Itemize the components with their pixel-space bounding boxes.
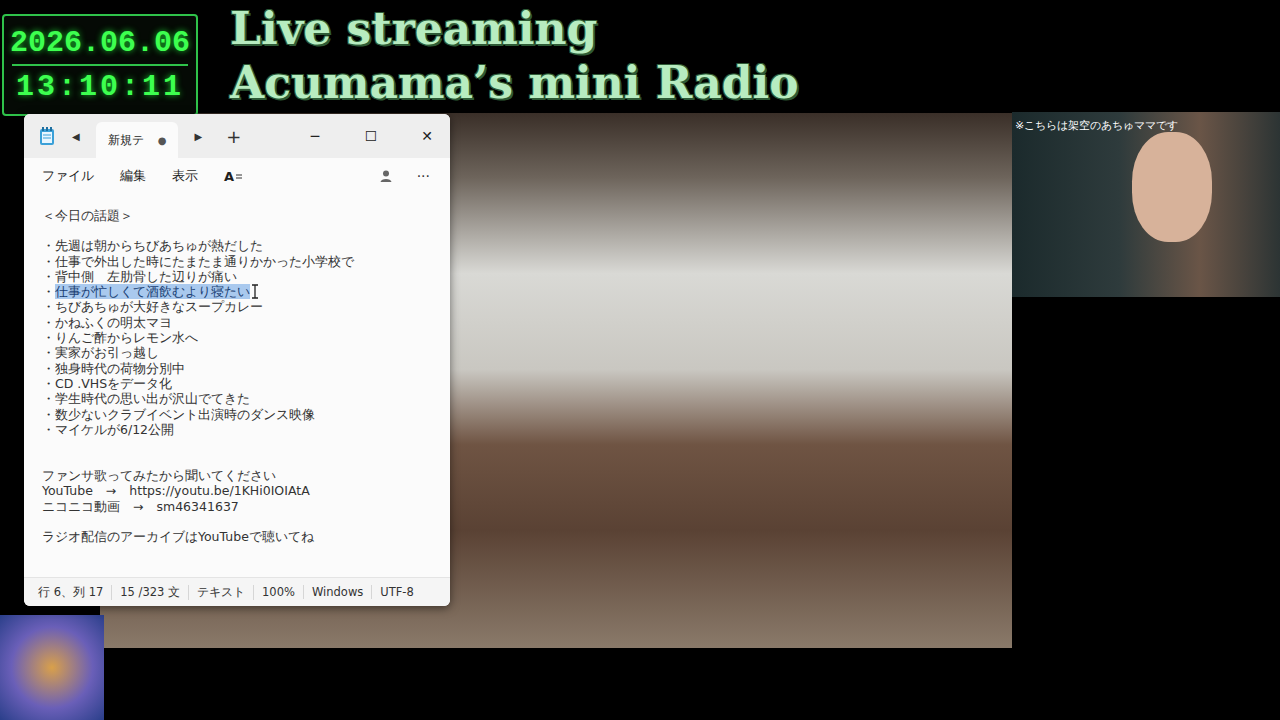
window-control-button[interactable]: ─ (292, 128, 338, 144)
bullet: ・ (42, 422, 55, 437)
topic-text: 仕事で外出した時にたまたま通りかかった小学校で (55, 254, 354, 269)
status-bar: 行 6、列 1715 /323 文テキスト100%WindowsUTF-8 (24, 577, 450, 606)
bullet: ・ (42, 238, 55, 253)
topic-text: 実家がお引っ越し (55, 345, 159, 360)
text-area[interactable]: ＜今日の話題＞・先週は朝からちびあちゅが熱だした・仕事で外出した時にたまたま通り… (24, 194, 450, 577)
digital-clock: 2026.06.06 13:10:11 (2, 14, 198, 116)
font-button[interactable]: A (214, 165, 253, 188)
text-line: ＜今日の話題＞ (42, 208, 432, 223)
bullet: ・ (42, 376, 55, 391)
topic-line: ・マイケルが6/12公開 (42, 422, 432, 437)
bullet: ・ (42, 299, 55, 314)
status-item: UTF-8 (372, 585, 422, 599)
notepad-icon (38, 126, 56, 146)
topic-line: ・ちびあちゅが大好きなスープカレー (42, 299, 432, 314)
status-item: Windows (304, 585, 372, 599)
text-line: ラジオ配信のアーカイブはYouTubeで聴いてね (42, 529, 432, 544)
topic-text: 学生時代の思い出が沢山でてきた (55, 391, 250, 406)
topic-line: ・先週は朝からちびあちゅが熱だした (42, 238, 432, 253)
stream-title: Live streamingAcumama’s mini Radio (230, 2, 799, 110)
topic-text: かねふくの明太マヨ (55, 315, 172, 330)
topic-text: マイケルが6/12公開 (55, 422, 174, 437)
title-line: Acumama’s mini Radio (230, 56, 799, 110)
title-bar[interactable]: ◀ 新規テ ● ▶ + ─ ☐ ✕ (24, 114, 450, 158)
topic-text: 背中側 左肋骨した辺りが痛い (55, 269, 237, 284)
document-tab[interactable]: 新規テ ● (96, 122, 179, 158)
topic-line: ・りんご酢からレモン水へ (42, 330, 432, 345)
topic-line: ・背中側 左肋骨した辺りが痛い (42, 269, 432, 284)
bullet: ・ (42, 345, 55, 360)
bullet: ・ (42, 254, 55, 269)
status-item: 15 /323 文 (112, 585, 189, 600)
text-line: YouTube → https://youtu.be/1KHi0IOIAtA (42, 483, 432, 498)
text-line: ファンサ歌ってみたから聞いてください (42, 468, 432, 483)
new-tab-button[interactable]: + (218, 126, 249, 147)
clock-time: 13:10:11 (16, 70, 184, 104)
status-item: 行 6、列 17 (30, 585, 112, 600)
topic-text: 独身時代の荷物分別中 (55, 361, 185, 376)
link-notes: ファンサ歌ってみたから聞いてくださいYouTube → https://yout… (42, 468, 432, 514)
portrait-figure (1132, 132, 1212, 242)
topic-text: 仕事が忙しくて酒飲むより寝たい (55, 284, 250, 299)
status-item: 100% (254, 585, 304, 599)
bullet: ・ (42, 407, 55, 422)
window-control-button[interactable]: ☐ (348, 128, 394, 144)
topic-line: ・実家がお引っ越し (42, 345, 432, 360)
topic-line: ・仕事が忙しくて酒飲むより寝たい (42, 284, 432, 299)
topic-text: ちびあちゅが大好きなスープカレー (55, 299, 263, 314)
title-line: Live streaming (230, 2, 799, 56)
topic-line: ・学生時代の思い出が沢山でてきた (42, 391, 432, 406)
tab-forward-button[interactable]: ▶ (188, 131, 208, 142)
topic-text: りんご酢からレモン水へ (55, 330, 198, 345)
menu-item[interactable]: 編集 (110, 163, 156, 189)
account-icon[interactable] (379, 169, 393, 183)
status-item: テキスト (189, 585, 254, 600)
portrait-caption: ※こちらは架空のあちゅママです (1015, 118, 1178, 133)
topic-line: ・かねふくの明太マヨ (42, 315, 432, 330)
topic-text: 先週は朝からちびあちゅが熱だした (55, 238, 263, 253)
host-portrait: ※こちらは架空のあちゅママです (1012, 112, 1280, 297)
more-button[interactable]: ··· (399, 168, 436, 184)
text-line: ニコニコ動画 → sm46341637 (42, 499, 432, 514)
menu-item[interactable]: 表示 (162, 163, 208, 189)
bullet: ・ (42, 391, 55, 406)
topic-text: CD .VHSをデータ化 (55, 376, 172, 391)
bullet: ・ (42, 269, 55, 284)
font-lines-icon (235, 171, 243, 181)
window-control-button[interactable]: ✕ (404, 128, 450, 144)
unsaved-mark: ● (158, 135, 167, 146)
bullet: ・ (42, 315, 55, 330)
menu-bar: ファイル編集表示 A ··· (24, 158, 450, 194)
topic-text: 数少ないクラブイベント出演時のダンス映像 (55, 407, 315, 422)
bullet: ・ (42, 361, 55, 376)
clock-divider (12, 64, 188, 66)
topic-line: ・CD .VHSをデータ化 (42, 376, 432, 391)
giraffe-avatar (0, 615, 104, 720)
topic-list: ・先週は朝からちびあちゅが熱だした・仕事で外出した時にたまたま通りかかった小学校… (42, 238, 432, 437)
topic-line: ・独身時代の荷物分別中 (42, 361, 432, 376)
bullet: ・ (42, 284, 55, 299)
notepad-window[interactable]: ◀新規テ●▶+─☐✕ファイル編集表示A···＜今日の話題＞・先週は朝からちびあち… (24, 114, 450, 606)
tab-label: 新規テ (108, 132, 144, 149)
topic-line: ・数少ないクラブイベント出演時のダンス映像 (42, 407, 432, 422)
bullet: ・ (42, 330, 55, 345)
tab-back-button[interactable]: ◀ (66, 131, 86, 142)
topic-line: ・仕事で外出した時にたまたま通りかかった小学校で (42, 254, 432, 269)
text-cursor-icon (251, 284, 259, 299)
clock-date: 2026.06.06 (10, 26, 190, 60)
stream-screen: 2026.06.06 13:10:11 Live streamingAcumama’… (0, 0, 1280, 720)
menu-item[interactable]: ファイル (32, 163, 104, 189)
